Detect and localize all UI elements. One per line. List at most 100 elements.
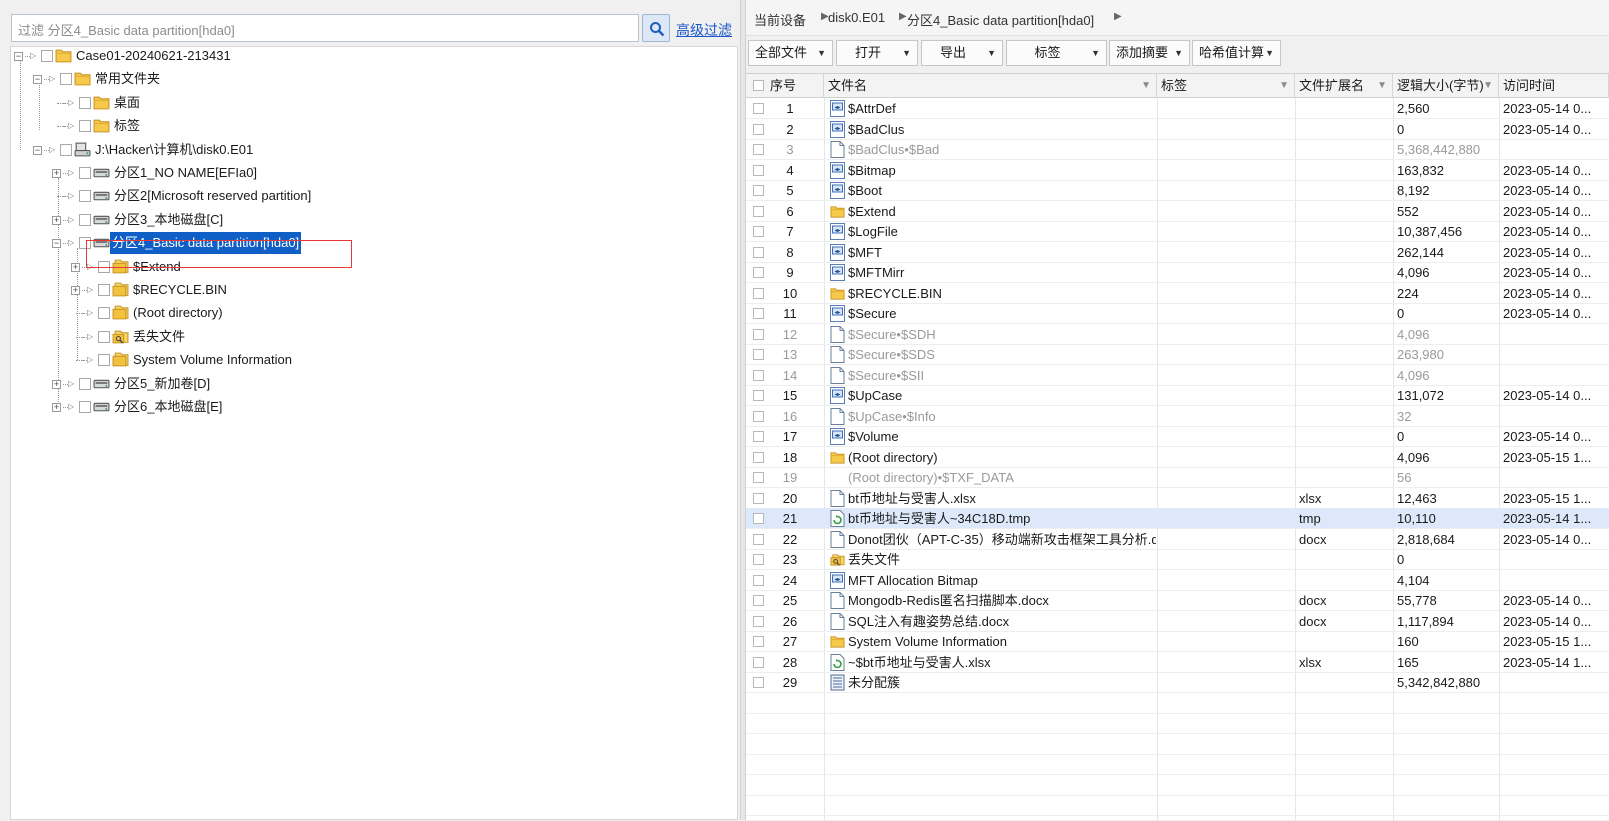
- expand-icon[interactable]: +: [71, 286, 80, 295]
- breadcrumb-item[interactable]: 分区4_Basic data partition[hda0]: [907, 10, 1094, 29]
- table-row[interactable]: 1 ◂▸ $AttrDef 2,560 2023-05-14 0...: [746, 98, 1609, 119]
- tree-checkbox[interactable]: [79, 378, 91, 390]
- collapse-icon[interactable]: −: [33, 75, 42, 84]
- tree-checkbox[interactable]: [79, 190, 91, 202]
- tag-arrow-icon[interactable]: ▷: [30, 52, 38, 60]
- tag-arrow-icon[interactable]: ▷: [87, 286, 95, 294]
- filter-icon[interactable]: ▼: [1377, 74, 1387, 98]
- table-row[interactable]: 23 丢失文件 0: [746, 549, 1609, 570]
- table-row[interactable]: 6 $Extend 552 2023-05-14 0...: [746, 201, 1609, 222]
- tree-node[interactable]: ▷ (Root directory): [71, 302, 671, 324]
- tag-arrow-icon[interactable]: ▷: [68, 380, 76, 388]
- tag-arrow-icon[interactable]: ▷: [87, 356, 95, 364]
- column-header[interactable]: 序号: [746, 74, 824, 98]
- expand-icon[interactable]: +: [52, 380, 61, 389]
- table-row[interactable]: 20 bt币地址与受害人.xlsx xlsx 12,463 2023-05-15 1..…: [746, 488, 1609, 509]
- tag-arrow-icon[interactable]: ▷: [68, 169, 76, 177]
- table-row[interactable]: 10 $RECYCLE.BIN 224 2023-05-14 0...: [746, 283, 1609, 304]
- tag-arrow-icon[interactable]: ▷: [68, 99, 76, 107]
- tree-checkbox[interactable]: [79, 401, 91, 413]
- tree-node[interactable]: ▷ 桌面: [52, 92, 652, 114]
- table-row[interactable]: 21 bt币地址与受害人~34C18D.tmp tmp 10,110 2023-05-1…: [746, 508, 1609, 529]
- tag-arrow-icon[interactable]: ▷: [68, 403, 76, 411]
- toolbar-dropdown-6[interactable]: 哈希值计算 ▼: [1192, 40, 1281, 66]
- column-header[interactable]: 文件名 ▼: [824, 74, 1157, 98]
- tree-checkbox[interactable]: [79, 120, 91, 132]
- table-row[interactable]: 7 ◂▸ $LogFile 10,387,456 2023-05-14 0...: [746, 221, 1609, 242]
- tag-arrow-icon[interactable]: ▷: [49, 146, 57, 154]
- tree-node[interactable]: − ▷ J:\Hacker\计算机\disk0.E01: [33, 139, 633, 161]
- tag-arrow-icon[interactable]: ▷: [68, 122, 76, 130]
- table-row[interactable]: 4 ◂▸ $Bitmap 163,832 2023-05-14 0...: [746, 160, 1609, 181]
- tree-checkbox[interactable]: [98, 284, 110, 296]
- tag-arrow-icon[interactable]: ▷: [49, 75, 57, 83]
- tree-node[interactable]: − ▷ Case01-20240621-213431: [14, 45, 614, 67]
- table-row[interactable]: 15 ◂▸ $UpCase 131,072 2023-05-14 0...: [746, 385, 1609, 406]
- tree-node[interactable]: − ▷ 常用文件夹: [33, 68, 633, 90]
- tree-node[interactable]: + ▷ 分区5_新加卷[D]: [52, 373, 652, 395]
- tree-node[interactable]: ▷ 分区2[Microsoft reserved partition]: [52, 185, 652, 207]
- breadcrumb-item[interactable]: 当前设备: [754, 10, 806, 29]
- toolbar-dropdown-1[interactable]: 全部文件 ▼: [748, 40, 833, 66]
- column-header[interactable]: 标签 ▼: [1157, 74, 1295, 98]
- column-header[interactable]: 访问时间: [1499, 74, 1609, 98]
- table-row[interactable]: 22 Donot团伙（APT-C-35）移动端新攻击框架工具分析.docx docx…: [746, 529, 1609, 550]
- filter-icon[interactable]: ▼: [1141, 74, 1151, 98]
- table-row[interactable]: 16 $UpCase•$Info 32: [746, 406, 1609, 427]
- tree-checkbox[interactable]: [79, 97, 91, 109]
- expand-icon[interactable]: +: [52, 216, 61, 225]
- tree-filter-input[interactable]: 过滤 分区4_Basic data partition[hda0]: [11, 14, 639, 42]
- collapse-icon[interactable]: −: [52, 239, 61, 248]
- table-row[interactable]: 25 Mongodb-Redis匿名扫描脚本.docx docx 55,778 2023…: [746, 590, 1609, 611]
- table-row[interactable]: 2 ◂▸ $BadClus 0 2023-05-14 0...: [746, 119, 1609, 140]
- table-row[interactable]: 3 $BadClus•$Bad 5,368,442,880: [746, 139, 1609, 160]
- tree-node[interactable]: + ▷ $RECYCLE.BIN: [71, 279, 671, 301]
- tree-node[interactable]: + ▷ 分区1_NO NAME[EFIa0]: [52, 162, 652, 184]
- collapse-icon[interactable]: −: [14, 52, 23, 61]
- table-row[interactable]: 9 ◂▸ $MFTMirr 4,096 2023-05-14 0...: [746, 262, 1609, 283]
- expand-icon[interactable]: +: [52, 169, 61, 178]
- tree-checkbox[interactable]: [41, 50, 53, 62]
- tree-node[interactable]: ▷ 标签: [52, 115, 652, 137]
- tree-node[interactable]: ▷ System Volume Information: [71, 349, 671, 371]
- tree-checkbox[interactable]: [98, 331, 110, 343]
- column-header[interactable]: 逻辑大小(字节) ▼: [1393, 74, 1499, 98]
- tree-checkbox[interactable]: [60, 144, 72, 156]
- table-row[interactable]: 5 ◂▸ $Boot 8,192 2023-05-14 0...: [746, 180, 1609, 201]
- search-button[interactable]: [642, 14, 670, 42]
- tag-arrow-icon[interactable]: ▷: [68, 239, 76, 247]
- toolbar-dropdown-3[interactable]: 导出 ▼: [921, 40, 1003, 66]
- table-row[interactable]: 27 System Volume Information 160 2023-05-15…: [746, 631, 1609, 652]
- filter-icon[interactable]: ▼: [1483, 74, 1493, 98]
- tree-checkbox[interactable]: [79, 167, 91, 179]
- expand-icon[interactable]: +: [71, 263, 80, 272]
- tree-node[interactable]: + ▷ 分区3_本地磁盘[C]: [52, 209, 652, 231]
- table-row[interactable]: 13 $Secure•$SDS 263,980: [746, 344, 1609, 365]
- table-row[interactable]: 24 ◂▸ MFT Allocation Bitmap 4,104: [746, 570, 1609, 591]
- tag-arrow-icon[interactable]: ▷: [68, 216, 76, 224]
- toolbar-dropdown-2[interactable]: 打开 ▼: [836, 40, 918, 66]
- table-row[interactable]: 12 $Secure•$SDH 4,096: [746, 324, 1609, 345]
- tree-checkbox[interactable]: [79, 214, 91, 226]
- table-row[interactable]: 8 ◂▸ $MFT 262,144 2023-05-14 0...: [746, 242, 1609, 263]
- tree-checkbox[interactable]: [98, 354, 110, 366]
- table-row[interactable]: 26 SQL注入有趣姿势总结.docx docx 1,117,894 2023-05-1…: [746, 611, 1609, 632]
- tree-node[interactable]: + ▷ 分区6_本地磁盘[E]: [52, 396, 652, 418]
- table-row[interactable]: 17 ◂▸ $Volume 0 2023-05-14 0...: [746, 426, 1609, 447]
- table-row[interactable]: 14 $Secure•$SII 4,096: [746, 365, 1609, 386]
- table-row[interactable]: 11 ◂▸ $Secure 0 2023-05-14 0...: [746, 303, 1609, 324]
- tag-arrow-icon[interactable]: ▷: [87, 333, 95, 341]
- tree-checkbox[interactable]: [98, 307, 110, 319]
- tree-checkbox[interactable]: [60, 73, 72, 85]
- advanced-filter-link[interactable]: 高级过滤: [676, 20, 732, 40]
- filter-icon[interactable]: ▼: [1279, 74, 1289, 98]
- table-row[interactable]: 28 ~$bt币地址与受害人.xlsx xlsx 165 2023-05-14 1...: [746, 652, 1609, 673]
- table-row[interactable]: 18 (Root directory) 4,096 2023-05-15 1...: [746, 447, 1609, 468]
- table-row[interactable]: 19 (Root directory)•$TXF_DATA 56: [746, 467, 1609, 488]
- expand-icon[interactable]: +: [52, 403, 61, 412]
- column-header[interactable]: 文件扩展名 ▼: [1295, 74, 1393, 98]
- collapse-icon[interactable]: −: [33, 146, 42, 155]
- toolbar-dropdown-5[interactable]: 添加摘要 ▼: [1109, 40, 1190, 66]
- breadcrumb-item[interactable]: disk0.E01: [828, 10, 885, 25]
- toolbar-dropdown-4[interactable]: 标签 ▼: [1006, 40, 1107, 66]
